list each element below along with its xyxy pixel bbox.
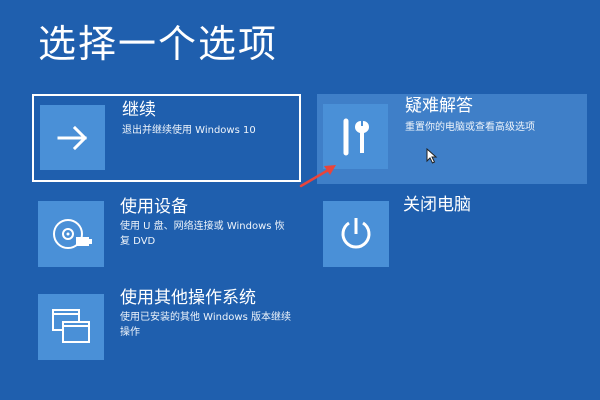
disc-usb-icon bbox=[53, 219, 92, 249]
annotation-arrow-icon bbox=[299, 165, 336, 188]
use-device-desc: 使用 U 盘、网络连接或 Windows 恢复 DVD bbox=[120, 221, 285, 247]
continue-title: 继续 bbox=[122, 100, 156, 120]
other-os-tile bbox=[38, 294, 104, 360]
turn-off-title: 关闭电脑 bbox=[403, 195, 471, 215]
use-device-option[interactable]: 使用设备 使用 U 盘、网络连接或 Windows 恢复 DVD bbox=[38, 195, 298, 275]
troubleshoot-title: 疑难解答 bbox=[405, 96, 473, 116]
use-device-title: 使用设备 bbox=[120, 197, 188, 217]
other-os-title: 使用其他操作系统 bbox=[120, 288, 256, 308]
windows-stack-icon bbox=[52, 309, 90, 343]
continue-desc: 退出并继续使用 Windows 10 bbox=[122, 125, 256, 136]
turn-off-option[interactable]: 关闭电脑 bbox=[323, 195, 583, 275]
turn-off-tile bbox=[323, 201, 389, 267]
troubleshoot-option[interactable]: 疑难解答 重置你的电脑或查看高级选项 bbox=[317, 94, 587, 184]
power-icon bbox=[341, 218, 371, 249]
other-os-desc: 使用已安装的其他 Windows 版本继续操作 bbox=[120, 312, 291, 338]
use-device-tile bbox=[38, 201, 104, 267]
mouse-cursor-icon bbox=[426, 148, 438, 164]
page-title: 选择一个选项 bbox=[38, 22, 279, 66]
continue-tile bbox=[40, 105, 105, 170]
troubleshoot-desc: 重置你的电脑或查看高级选项 bbox=[405, 122, 535, 133]
arrow-right-icon bbox=[57, 125, 87, 150]
other-os-option[interactable]: 使用其他操作系统 使用已安装的其他 Windows 版本继续操作 bbox=[38, 288, 298, 368]
tools-icon bbox=[343, 118, 369, 155]
continue-option[interactable]: 继续 退出并继续使用 Windows 10 bbox=[32, 94, 301, 182]
